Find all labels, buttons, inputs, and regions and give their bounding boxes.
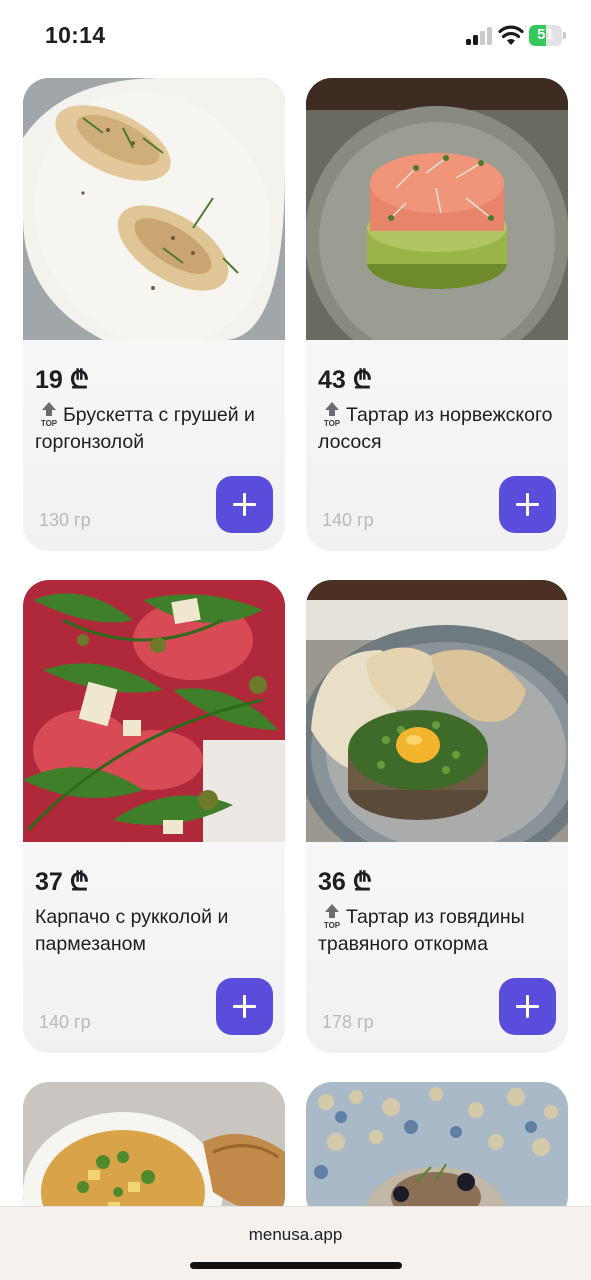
item-weight: 130 гр (39, 510, 91, 530)
cellular-signal-icon (466, 27, 492, 45)
item-name: Тартар из говядины травяного откорма (318, 906, 525, 955)
menu-item-card[interactable]: 37 ₾ Карпачо с рукколой и пармезаном 140… (23, 580, 285, 1053)
add-to-cart-button[interactable] (499, 978, 556, 1035)
add-to-cart-button[interactable] (216, 476, 273, 533)
bruschetta-pear-gorgonzola-photo (23, 78, 285, 340)
beef-tartare-photo (306, 580, 568, 842)
home-indicator[interactable] (190, 1262, 402, 1269)
item-name: Тартар из норвежского лосося (318, 404, 553, 453)
menu-item-card[interactable]: 43 ₾ TOP Тартар из норвежского лосося 14… (306, 78, 568, 551)
menu-item-card[interactable] (306, 1082, 568, 1222)
carpaccio-arugula-photo (23, 580, 285, 842)
item-weight: 178 гр (322, 1012, 374, 1032)
status-bar: 10:14 51 (0, 0, 591, 70)
mosaic-plate-dish-photo (306, 1082, 568, 1222)
add-to-cart-button[interactable] (499, 476, 556, 533)
add-to-cart-button[interactable] (216, 978, 273, 1035)
wifi-icon (498, 25, 524, 45)
browser-bottom-bar: menusa.app (0, 1206, 591, 1280)
status-time: 10:14 (45, 22, 106, 48)
item-price: 43 ₾ (318, 366, 373, 394)
item-name: Брускетта с грушей и горгонзолой (35, 404, 255, 453)
battery-icon: 51 (529, 25, 566, 46)
item-price: 36 ₾ (318, 868, 373, 896)
item-price: 19 ₾ (35, 366, 90, 394)
menu-item-card[interactable] (23, 1082, 285, 1222)
item-weight: 140 гр (39, 1012, 91, 1032)
item-weight: 140 гр (322, 510, 374, 530)
battery-level: 51 (537, 26, 554, 43)
menu-item-card[interactable]: 19 ₾ TOP Брускетта с грушей и горгонзоло… (23, 78, 285, 551)
item-name: Карпачо с рукколой и пармезаном (35, 906, 229, 955)
soup-bowl-photo (23, 1082, 285, 1222)
item-price: 37 ₾ (35, 868, 90, 896)
menu-item-card[interactable]: 36 ₾ TOP Тартар из говядины травяного от… (306, 580, 568, 1053)
browser-url[interactable]: menusa.app (0, 1225, 591, 1245)
salmon-tartare-photo (306, 78, 568, 340)
